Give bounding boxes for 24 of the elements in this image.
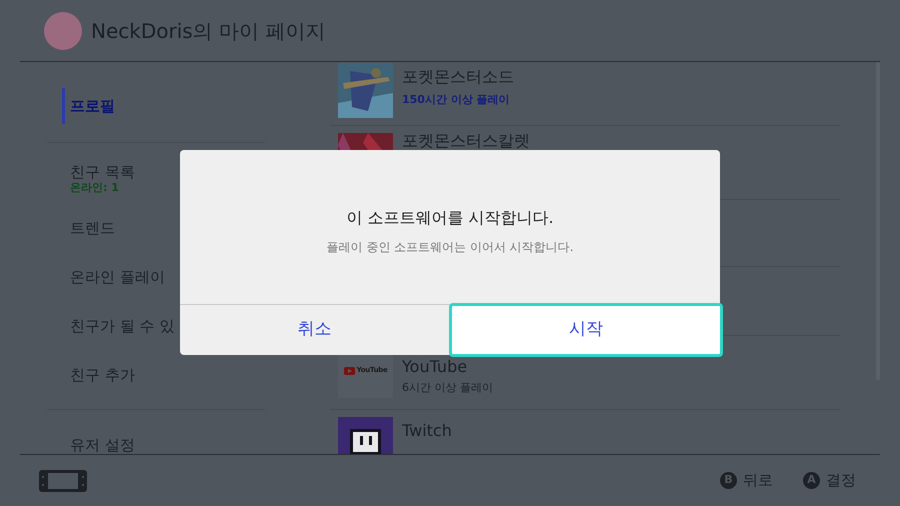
avatar	[44, 12, 82, 50]
sidebar-label: 유저 설정	[70, 436, 136, 454]
console-icon	[39, 470, 87, 492]
sidebar-label: 온라인 플레이	[70, 268, 166, 286]
hint-label: 뒤로	[743, 470, 773, 492]
sidebar-label: 프로필	[70, 97, 116, 115]
dialog-button[interactable]: 시작	[448, 303, 723, 357]
page-title: NeckDoris의 마이 페이지	[91, 18, 326, 44]
hint-label: 결정	[826, 470, 856, 492]
software-title[interactable]: YouTube	[402, 359, 493, 375]
play-logo-icon	[344, 366, 355, 374]
sidebar-label: 친구 추가	[70, 366, 136, 384]
software-title[interactable]: Twitch	[402, 423, 452, 439]
sidebar-item[interactable]: 프로필	[55, 88, 265, 124]
sidebar-label: 친구 목록	[70, 163, 136, 181]
dialog-title: 이 소프트웨어를 시작합니다.	[346, 207, 554, 229]
online-count: 온라인: 1	[70, 181, 120, 194]
playtime: 150시간 이상 플레이	[402, 93, 511, 106]
dialog-message: 플레이 중인 소프트웨어는 이어서 시작합니다.	[326, 239, 574, 256]
sidebar-label: 친구가 될 수 있	[70, 316, 176, 334]
sidebar-item[interactable]: 유저 설정	[55, 410, 265, 454]
software-title[interactable]: 포켓몬스터스칼렛	[402, 133, 530, 149]
software-title[interactable]: 포켓몬스터소드	[402, 69, 514, 85]
sidebar-label: 트렌드	[70, 218, 116, 236]
